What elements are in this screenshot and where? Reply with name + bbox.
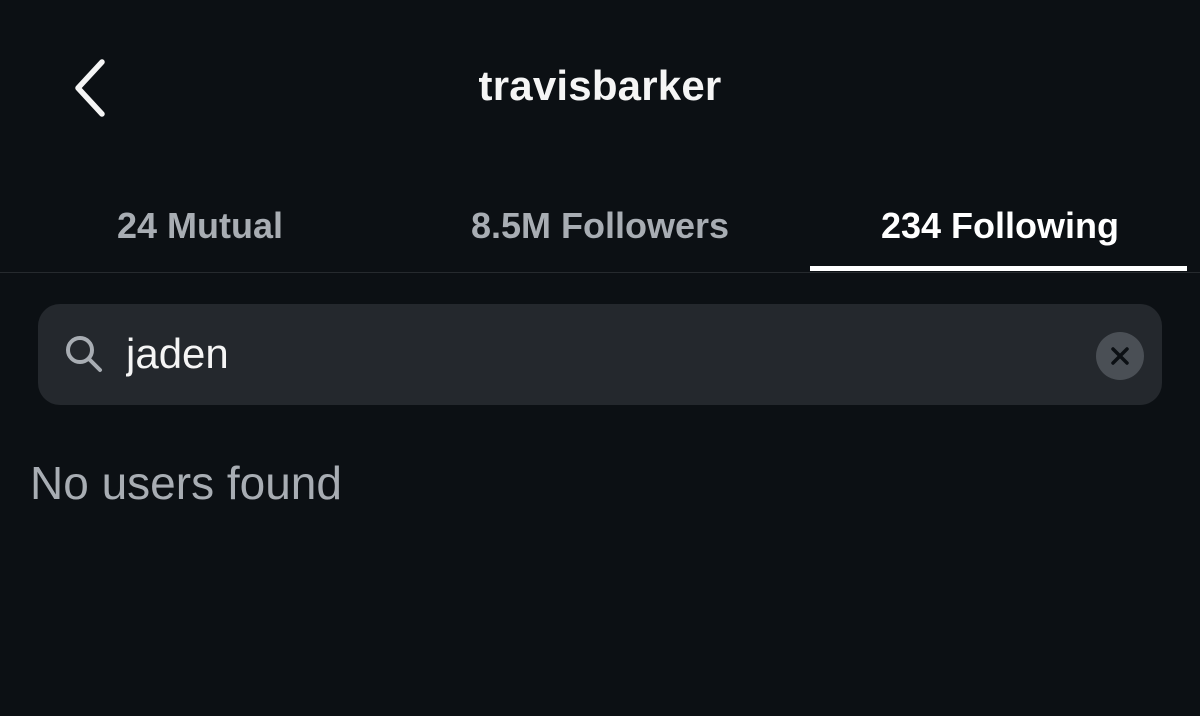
clear-icon xyxy=(1111,347,1129,365)
tab-followers[interactable]: 8.5M Followers xyxy=(400,180,800,272)
tab-following[interactable]: 234 Following xyxy=(800,180,1200,272)
empty-state-message: No users found xyxy=(30,457,342,509)
search-input[interactable] xyxy=(126,322,1066,386)
tab-mutual[interactable]: 24 Mutual xyxy=(0,180,400,272)
search-icon xyxy=(66,336,102,372)
tab-bar: 24 Mutual 8.5M Followers 234 Following xyxy=(0,180,1200,273)
clear-search-button[interactable] xyxy=(1096,332,1144,380)
active-tab-indicator xyxy=(810,266,1187,271)
page-title: travisbarker xyxy=(478,62,722,109)
search-bar xyxy=(38,304,1162,405)
top-bar: travisbarker xyxy=(0,0,1200,180)
